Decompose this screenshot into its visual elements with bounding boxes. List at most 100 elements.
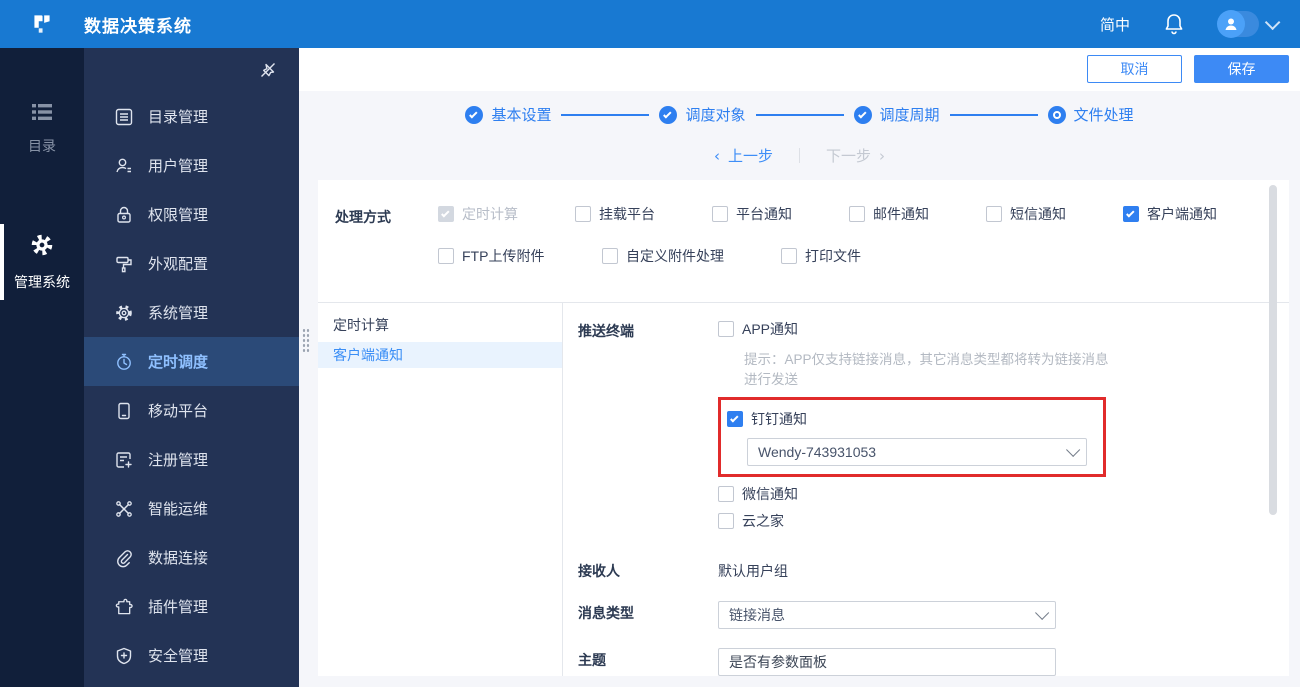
secondary-sidebar: 目录管理 用户管理 权限管理 外观配置 系统管理 定时调度 移动平台 注册管理 …: [84, 48, 299, 687]
checkbox-label: FTP上传附件: [462, 248, 545, 264]
user-icon: [116, 158, 131, 172]
chevron-down-icon: [1035, 605, 1050, 620]
app-title: 数据决策系统: [84, 16, 192, 36]
sidebar-item-management[interactable]: 管理系统: [0, 218, 84, 306]
checkbox-label: 客户端通知: [1147, 206, 1217, 222]
app-notify-hint: 提示：APP仅支持链接消息，其它消息类型都将转为链接消息进行发送: [744, 352, 1109, 387]
checkbox-app-notify[interactable]: APP通知: [718, 319, 1110, 339]
sidebar-item-plugin-mgmt[interactable]: 插件管理: [84, 582, 299, 631]
checkbox-icon: [602, 248, 618, 264]
subject-input[interactable]: [718, 648, 1056, 676]
sidebar-item-registration-mgmt[interactable]: 注册管理: [84, 435, 299, 484]
checkbox-label: 短信通知: [1010, 206, 1066, 222]
client-notify-form: 推送终端 APP通知 提示：APP仅支持链接消息，其它消息类型都将转为链接消息进…: [563, 303, 1289, 676]
step-file-processing: 文件处理: [1047, 104, 1134, 125]
checkbox-ftp-upload[interactable]: FTP上传附件: [438, 246, 602, 266]
checkbox-scheduled-compute[interactable]: 定时计算: [438, 204, 575, 224]
push-terminal-label: 推送终端: [578, 323, 634, 339]
checkbox-label: 微信通知: [742, 486, 798, 502]
language-switch[interactable]: 简中: [1100, 14, 1130, 35]
vertical-scrollbar[interactable]: [1269, 185, 1277, 515]
checkbox-label: 自定义附件处理: [626, 248, 724, 264]
unpin-icon[interactable]: [259, 61, 277, 79]
dingtalk-account-select[interactable]: Wendy-743931053: [747, 438, 1087, 466]
step-schedule-cycle: 调度周期: [853, 104, 940, 125]
divider: [799, 148, 800, 164]
checkbox-icon: [1123, 206, 1139, 222]
step-done-icon: [465, 105, 484, 124]
subtab-scheduled-compute[interactable]: 定时计算: [318, 312, 562, 338]
checkbox-client-notify[interactable]: 客户端通知: [1123, 204, 1217, 224]
checkbox-dingtalk-notify[interactable]: 钉钉通知: [727, 409, 1095, 429]
message-type-label: 消息类型: [578, 605, 634, 621]
sidebar-item-directory[interactable]: 目录: [0, 88, 84, 170]
sidebar-item-security-mgmt[interactable]: 安全管理: [84, 631, 299, 680]
next-step-button[interactable]: 下一步 ›: [826, 145, 885, 166]
step-label: 基本设置: [491, 107, 552, 125]
menu-label: 安全管理: [148, 648, 209, 665]
file-processing-panel: 处理方式 定时计算 挂载平台 平台通知 邮件通知 短信通知 客户端通知 FTP上…: [302, 180, 1289, 676]
checkbox-label: 邮件通知: [873, 206, 929, 222]
step-basic-settings: 基本设置: [465, 104, 551, 125]
sidebar-item-schedule[interactable]: 定时调度: [84, 337, 299, 386]
subtab-client-notify[interactable]: 客户端通知: [318, 342, 562, 368]
sidebar-item-data-connection[interactable]: 数据连接: [84, 533, 299, 582]
account-menu[interactable]: [1217, 10, 1281, 38]
checkbox-mount-platform[interactable]: 挂载平台: [575, 204, 712, 224]
checkbox-label: 打印文件: [805, 248, 861, 264]
checkbox-sms-notify[interactable]: 短信通知: [986, 204, 1123, 224]
cancel-button[interactable]: 取消: [1087, 55, 1182, 84]
checkbox-label: 定时计算: [462, 206, 518, 222]
save-button[interactable]: 保存: [1194, 55, 1289, 84]
checkbox-print-file[interactable]: 打印文件: [781, 246, 861, 266]
fanruan-logo-icon: [34, 15, 50, 33]
list-icon: [32, 104, 52, 120]
panel-resize-handle[interactable]: [302, 328, 310, 354]
sidebar-item-system-mgmt[interactable]: 系统管理: [84, 288, 299, 337]
register-icon: [116, 451, 132, 468]
menu-label: 智能运维: [148, 501, 209, 518]
subtab-label: 客户端通知: [333, 347, 403, 363]
ops-icon: [116, 500, 132, 517]
sidebar-item-user-mgmt[interactable]: 用户管理: [84, 141, 299, 190]
next-step-label: 下一步: [826, 148, 872, 166]
step-connector: [755, 113, 844, 116]
sidebar-item-mobile-platform[interactable]: 移动平台: [84, 386, 299, 435]
avatar: [1217, 10, 1245, 38]
sidebar-item-intelligent-ops[interactable]: 智能运维: [84, 484, 299, 533]
checkbox-icon: [712, 206, 728, 222]
process-subtab-list: 定时计算 客户端通知: [318, 303, 563, 676]
checkbox-icon: [718, 513, 734, 529]
menu-label: 外观配置: [148, 256, 209, 273]
checkbox-custom-attachment[interactable]: 自定义附件处理: [602, 246, 781, 266]
checkbox-platform-notify[interactable]: 平台通知: [712, 204, 849, 224]
checkbox-icon: [781, 248, 797, 264]
app-logo[interactable]: [0, 11, 84, 37]
prev-step-label: 上一步: [727, 148, 773, 166]
mobile-icon: [118, 402, 130, 419]
sidebar-item-appearance-config[interactable]: 外观配置: [84, 239, 299, 288]
selected-value: Wendy-743931053: [758, 444, 877, 460]
checkbox-icon: [575, 206, 591, 222]
menu-label: 用户管理: [148, 158, 209, 175]
notification-bell-icon[interactable]: [1164, 13, 1184, 35]
checkbox-wechat-notify[interactable]: 微信通知: [718, 484, 1110, 504]
subject-label: 主题: [578, 652, 606, 668]
checkbox-yunzhijia[interactable]: 云之家: [718, 511, 1110, 531]
step-label: 调度周期: [879, 107, 940, 125]
sidebar-item-permission-mgmt[interactable]: 权限管理: [84, 190, 299, 239]
step-current-icon: [1047, 105, 1066, 124]
step-done-icon: [853, 105, 872, 124]
step-connector: [949, 113, 1038, 116]
chevron-left-icon: ‹: [713, 146, 720, 165]
timer-icon: [117, 353, 131, 370]
menu-label: 定时调度: [148, 354, 209, 371]
prev-step-button[interactable]: ‹ 上一步: [714, 145, 773, 166]
user-avatar-icon: [1225, 18, 1237, 30]
sidebar-item-catalog-mgmt[interactable]: 目录管理: [84, 92, 299, 141]
checkbox-label: 钉钉通知: [751, 411, 807, 427]
step-done-icon: [659, 105, 678, 124]
checkbox-email-notify[interactable]: 邮件通知: [849, 204, 986, 224]
message-type-select[interactable]: 链接消息: [718, 601, 1056, 629]
main-content: 取消 保存 基本设置 调度对象 调度周期 文件处理 ‹ 上一步 下一步 › 处理…: [299, 48, 1300, 687]
